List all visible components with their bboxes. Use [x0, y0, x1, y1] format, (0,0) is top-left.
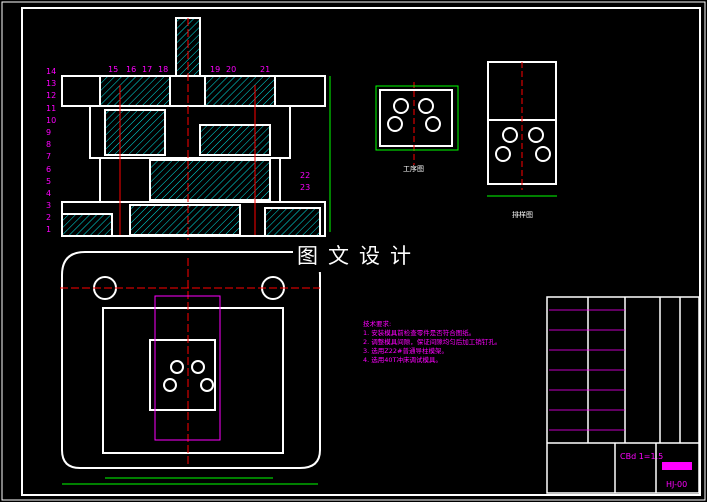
part-label: 17	[142, 65, 153, 74]
scale-label: CBd 1=1.5	[620, 452, 664, 461]
part-label: 19	[210, 65, 221, 74]
strip-layout-caption: 排样图	[512, 211, 533, 219]
drawing-number: HJ-00	[666, 480, 688, 489]
requirement-item: 1. 安装模具前检查零件是否符合图纸。	[363, 329, 476, 337]
part-label: 6	[46, 164, 52, 174]
part-label: 12	[46, 91, 57, 101]
requirements-title: 技术要求:	[363, 320, 392, 328]
part-label: 7	[46, 152, 52, 162]
part-label: 20	[226, 65, 237, 74]
part-label: 23	[300, 183, 311, 192]
strip-layout	[487, 61, 557, 197]
part-label: 1	[46, 225, 52, 235]
title-block	[546, 296, 700, 494]
part-label: 22	[300, 171, 311, 180]
process-drawing-caption: 工序图	[403, 165, 424, 173]
requirement-item: 4. 选用40T冲床调试模具。	[363, 356, 443, 364]
part-label: 11	[46, 103, 57, 113]
part-label: 16	[126, 65, 137, 74]
technical-requirements: 技术要求: 1. 安装模具前检查零件是否符合图纸。 2. 调整模具间隙，保证间隙…	[363, 320, 501, 365]
part-label: 18	[158, 65, 169, 74]
part-label: 21	[260, 65, 271, 74]
requirement-item: 3. 选用Z22#普通导柱模架。	[363, 347, 448, 355]
process-drawing	[375, 82, 459, 165]
part-label: 15	[108, 65, 119, 74]
watermark: 图文设计	[293, 238, 425, 272]
part-number-labels-left: 14 13 12 11 10 9 8 7 6 5 4 3 2 1	[46, 67, 57, 239]
plan-view	[60, 251, 321, 485]
section-view	[61, 17, 331, 240]
requirement-item: 2. 调整模具间隙，保证间隙均匀后加工销钉孔。	[363, 338, 502, 346]
